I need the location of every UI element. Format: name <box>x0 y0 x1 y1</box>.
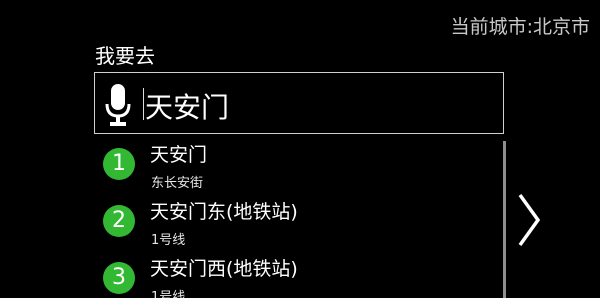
search-results-list: 1 天安门 东长安街 2 天安门东(地铁站) 1号线 3 天安门西(地铁站) 1… <box>94 138 506 298</box>
result-index-badge: 1 <box>103 148 135 180</box>
result-subtitle: 1号线 <box>151 290 186 298</box>
result-item[interactable]: 2 天安门东(地铁站) 1号线 <box>94 195 494 251</box>
result-subtitle: 东长安街 <box>151 176 204 191</box>
chevron-right-icon[interactable] <box>516 192 542 248</box>
result-item[interactable]: 3 天安门西(地铁站) 1号线 <box>94 252 494 298</box>
current-city-label: 当前城市:北京市 <box>450 16 590 38</box>
search-input[interactable]: 天安门 <box>145 86 229 126</box>
result-title: 天安门东(地铁站) <box>150 201 298 223</box>
result-title: 天安门西(地铁站) <box>150 258 298 280</box>
result-item[interactable]: 1 天安门 东长安街 <box>94 138 494 194</box>
result-index-badge: 2 <box>103 205 135 237</box>
result-index-badge: 3 <box>103 262 135 294</box>
destination-search-box[interactable]: 天安门 <box>94 72 504 134</box>
microphone-icon[interactable] <box>105 83 131 127</box>
text-caret <box>143 88 144 120</box>
result-title: 天安门 <box>150 144 208 166</box>
result-subtitle: 1号线 <box>151 233 186 248</box>
destination-prompt-label: 我要去 <box>95 44 155 68</box>
results-scrollbar[interactable] <box>503 141 506 298</box>
